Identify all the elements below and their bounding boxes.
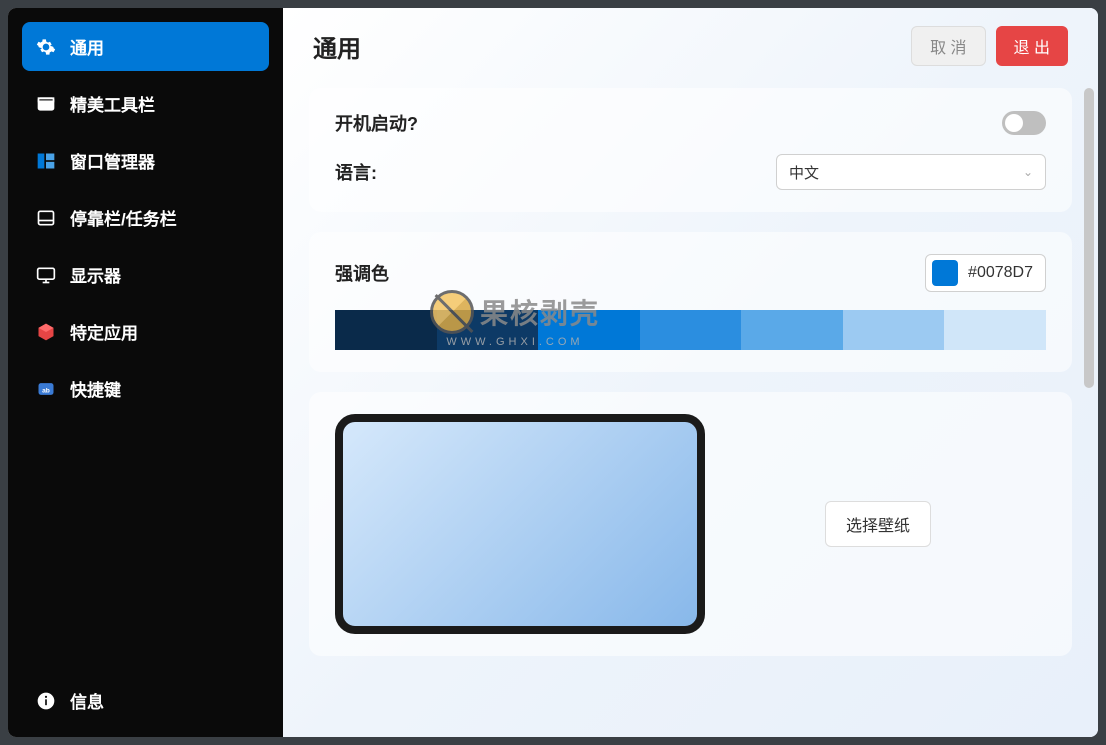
apps-icon [36,322,56,342]
sidebar-item-info[interactable]: 信息 [22,678,269,723]
wallpaper-preview[interactable] [335,414,705,634]
accent-palette[interactable]: 果核剥壳 WWW.GHXI.COM [335,310,1046,350]
language-select[interactable]: 中文 ⌄ [776,154,1046,190]
language-value: 中文 [789,162,819,183]
wallpaper-row: 选择壁纸 [335,414,1046,634]
dock-icon [36,208,56,228]
startup-label: 开机启动? [335,110,418,136]
sidebar-item-monitor[interactable]: 显示器 [22,250,269,299]
page-title: 通用 [313,29,361,64]
choose-wallpaper-button[interactable]: 选择壁纸 [825,501,931,547]
sidebar-item-label: 通用 [70,34,104,59]
card-accent: 强调色 #0078D7 果核剥壳 WWW.GHXI.COM [309,232,1072,372]
sidebar-item-label: 精美工具栏 [70,91,155,116]
accent-hex: #0078D7 [968,264,1033,282]
sidebar-item-label: 显示器 [70,262,121,287]
palette-swatch[interactable] [640,310,742,350]
app-window: 通用 精美工具栏 窗口管理器 停靠栏/任务栏 [8,8,1098,737]
sidebar-item-label: 窗口管理器 [70,148,155,173]
main-panel: 通用 取 消 退 出 开机启动? 语言: 中文 ⌄ [283,8,1098,737]
sidebar: 通用 精美工具栏 窗口管理器 停靠栏/任务栏 [8,8,283,737]
info-icon [36,691,56,711]
toolbar-icon [36,94,56,114]
palette-swatch[interactable] [843,310,945,350]
svg-text:ab: ab [42,387,50,394]
sidebar-item-toolbar[interactable]: 精美工具栏 [22,79,269,128]
accent-label: 强调色 [335,260,389,286]
sidebar-item-label: 快捷键 [70,376,121,401]
startup-toggle[interactable] [1002,111,1046,135]
header-buttons: 取 消 退 出 [911,26,1068,66]
row-accent: 强调色 #0078D7 [335,254,1046,292]
sidebar-item-apps[interactable]: 特定应用 [22,307,269,356]
palette-swatch[interactable] [538,310,640,350]
card-wallpaper: 选择壁纸 [309,392,1072,656]
language-label: 语言: [335,159,377,185]
sidebar-item-general[interactable]: 通用 [22,22,269,71]
chevron-down-icon: ⌄ [1023,165,1033,179]
palette-swatch[interactable] [335,310,437,350]
gear-icon [36,37,56,57]
row-language: 语言: 中文 ⌄ [335,154,1046,190]
accent-swatch [932,260,958,286]
palette-swatch[interactable] [944,310,1046,350]
sidebar-item-window-manager[interactable]: 窗口管理器 [22,136,269,185]
accent-color-display[interactable]: #0078D7 [925,254,1046,292]
sidebar-item-label: 特定应用 [70,319,138,344]
cancel-button[interactable]: 取 消 [911,26,985,66]
shortcut-icon: ab [36,379,56,399]
exit-button[interactable]: 退 出 [996,26,1068,66]
monitor-icon [36,265,56,285]
scrollbar[interactable] [1084,88,1094,388]
palette-swatch[interactable] [741,310,843,350]
sidebar-items: 通用 精美工具栏 窗口管理器 停靠栏/任务栏 [22,22,269,678]
header: 通用 取 消 退 出 [283,8,1098,78]
card-general: 开机启动? 语言: 中文 ⌄ [309,88,1072,212]
row-startup: 开机启动? [335,110,1046,136]
sidebar-footer-label: 信息 [70,688,104,713]
sidebar-item-shortcuts[interactable]: ab 快捷键 [22,364,269,413]
palette-swatch[interactable] [437,310,539,350]
sidebar-item-label: 停靠栏/任务栏 [70,205,177,230]
window-manager-icon [36,151,56,171]
sidebar-item-dock[interactable]: 停靠栏/任务栏 [22,193,269,242]
content: 开机启动? 语言: 中文 ⌄ 强调色 #0078D7 [283,78,1098,737]
